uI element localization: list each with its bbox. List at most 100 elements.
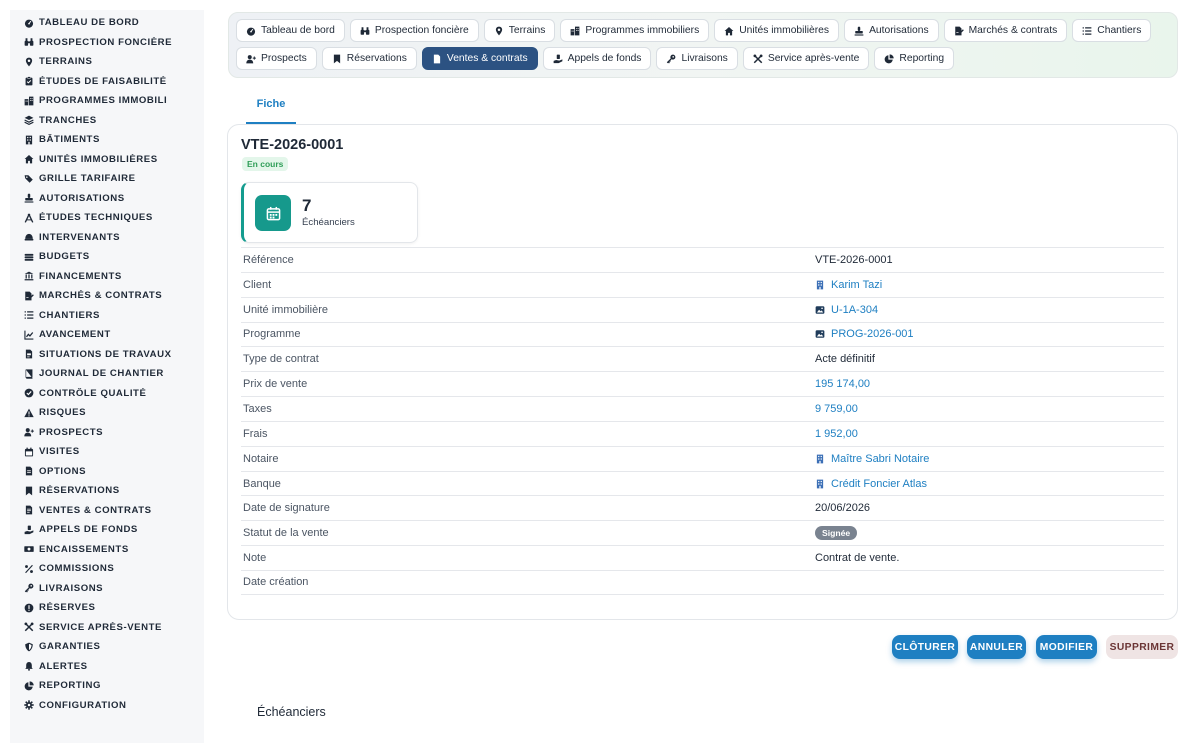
sidebar-item-label: INTERVENANTS (39, 231, 121, 243)
sidebar-item-label: RISQUES (39, 407, 87, 419)
nav-pill-label: Chantiers (1097, 25, 1142, 36)
sidebar-item-alertes[interactable]: ALERTES (10, 657, 204, 677)
nav-pill-autorisations[interactable]: Autorisations (844, 19, 939, 42)
exclamation-circle-icon (24, 603, 34, 613)
nav-pill-appels-de-fonds[interactable]: Appels de fonds (542, 47, 652, 70)
file-contract-icon (24, 505, 34, 515)
sidebar-item-reserves[interactable]: RÉSERVES (10, 598, 204, 618)
sidebar-item-configuration[interactable]: CONFIGURATION (10, 696, 204, 716)
field-value-link[interactable]: U-1A-304 (815, 304, 878, 316)
nav-pill-prospects[interactable]: Prospects (236, 47, 317, 70)
module-nav-row-2: Prospects Réservations Ventes & contrats Ap… (236, 47, 1177, 70)
layers-icon (24, 115, 34, 126)
field-value-link[interactable]: Crédit Foncier Atlas (815, 478, 927, 490)
nav-pill-service-apres-vente[interactable]: Service après-vente (742, 47, 870, 70)
sidebar-item-chantiers[interactable]: CHANTIERS (10, 306, 204, 326)
sidebar-item-risques[interactable]: RISQUES (10, 403, 204, 423)
nav-pill-marches-contrats[interactable]: Marchés & contrats (943, 19, 1068, 42)
sidebar-item-prospects[interactable]: PROSPECTS (10, 423, 204, 443)
field-value-link[interactable]: Karim Tazi (815, 279, 882, 291)
sidebar-item-appels-de-fonds[interactable]: APPELS DE FONDS (10, 520, 204, 540)
sidebar-item-avancement[interactable]: AVANCEMENT (10, 325, 204, 345)
nav-pill-livraisons[interactable]: Livraisons (656, 47, 738, 70)
hand-money-icon (24, 525, 34, 535)
sidebar-item-marches-contrats[interactable]: MARCHÉS & CONTRATS (10, 286, 204, 306)
field-value-link[interactable]: Maître Sabri Notaire (815, 453, 929, 465)
file-contract-icon (432, 54, 442, 64)
field-label: Référence (243, 253, 294, 266)
shield-icon (24, 642, 34, 652)
nav-pill-unites-immobilieres[interactable]: Unités immobilières (714, 19, 840, 42)
echeanciers-stat-card[interactable]: 7 Échéanciers (241, 182, 418, 243)
nav-pill-reporting[interactable]: Reporting (874, 47, 955, 70)
sidebar-item-label: CONTRÔLE QUALITÉ (39, 387, 147, 399)
supprimer-button[interactable]: SUPPRIMER (1106, 635, 1178, 659)
sidebar-item-unites-immobilieres[interactable]: UNITÉS IMMOBILIÈRES (10, 150, 204, 170)
sidebar: TABLEAU DE BORD PROSPECTION FONCIÈRE TERRA… (10, 10, 204, 743)
sidebar-item-service-apres-vente[interactable]: SERVICE APRÈS-VENTE (10, 618, 204, 638)
home-icon (724, 26, 734, 36)
sidebar-item-reservations[interactable]: RÉSERVATIONS (10, 481, 204, 501)
cloturer-button[interactable]: CLÔTURER (892, 635, 958, 659)
sidebar-item-etudes-de-faisabilite[interactable]: ÉTUDES DE FAISABILITÉ (10, 72, 204, 92)
detail-card: VTE-2026-0001 En cours 7 Échéanciers Réf… (227, 124, 1178, 620)
nav-pill-label: Livraisons (681, 53, 728, 64)
sidebar-item-controle-qualite[interactable]: CONTRÔLE QUALITÉ (10, 384, 204, 404)
modifier-button[interactable]: MODIFIER (1036, 635, 1097, 659)
bell-icon (24, 661, 34, 671)
sidebar-item-label: TERRAINS (39, 56, 93, 68)
nav-pill-terrains[interactable]: Terrains (483, 19, 556, 42)
sidebar-item-commissions[interactable]: COMMISSIONS (10, 559, 204, 579)
nav-pill-prospection-fonciere[interactable]: Prospection foncière (349, 19, 479, 42)
field-label: Notaire (243, 452, 279, 465)
sidebar-item-label: ÉTUDES DE FAISABILITÉ (39, 75, 167, 87)
sidebar-item-livraisons[interactable]: LIVRAISONS (10, 579, 204, 599)
sidebar-item-label: LIVRAISONS (39, 582, 104, 594)
key-icon (24, 583, 34, 593)
field-row-reference: Référence VTE-2026-0001 (241, 247, 1164, 272)
sidebar-item-visites[interactable]: VISITES (10, 442, 204, 462)
sidebar-item-options[interactable]: OPTIONS (10, 462, 204, 482)
field-label: Prix de vente (243, 378, 308, 391)
nav-pill-programmes-immobiliers[interactable]: Programmes immobiliers (560, 19, 710, 42)
field-value: Acte définitif (815, 353, 875, 366)
nav-pill-label: Prospects (261, 53, 307, 64)
sidebar-item-etudes-techniques[interactable]: ÉTUDES TECHNIQUES (10, 208, 204, 228)
sidebar-item-terrains[interactable]: TERRAINS (10, 52, 204, 72)
sidebar-item-label: UNITÉS IMMOBILIÈRES (39, 153, 158, 165)
field-value: Crédit Foncier Atlas (831, 477, 927, 490)
sidebar-item-batiments[interactable]: BÂTIMENTS (10, 130, 204, 150)
sidebar-item-reporting[interactable]: REPORTING (10, 676, 204, 696)
sidebar-item-intervenants[interactable]: INTERVENANTS (10, 228, 204, 248)
field-label: Statut de la vente (243, 527, 329, 540)
nav-pill-label: Autorisations (869, 25, 929, 36)
pie-chart-icon (24, 681, 34, 691)
sidebar-item-garanties[interactable]: GARANTIES (10, 637, 204, 657)
sidebar-item-ventes-contrats[interactable]: VENTES & CONTRATS (10, 501, 204, 521)
sidebar-item-budgets[interactable]: BUDGETS (10, 247, 204, 267)
home-icon (24, 154, 34, 164)
building-icon (815, 280, 825, 290)
nav-pill-chantiers[interactable]: Chantiers (1072, 19, 1152, 42)
sidebar-item-programmes-immobili[interactable]: PROGRAMMES IMMOBILI (10, 91, 204, 111)
sidebar-item-label: GARANTIES (39, 641, 101, 653)
nav-pill-ventes-contrats[interactable]: Ventes & contrats (421, 47, 538, 70)
nav-pill-reservations[interactable]: Réservations (321, 47, 417, 70)
sidebar-item-situations-de-travaux[interactable]: SITUATIONS DE TRAVAUX (10, 345, 204, 365)
sidebar-item-encaissements[interactable]: ENCAISSEMENTS (10, 540, 204, 560)
sidebar-item-prospection-fonciere[interactable]: PROSPECTION FONCIÈRE (10, 33, 204, 53)
sidebar-item-tranches[interactable]: TRANCHES (10, 111, 204, 131)
field-value: Maître Sabri Notaire (831, 452, 930, 465)
field-value-link[interactable]: PROG-2026-001 (815, 328, 914, 340)
bookmark-icon (332, 54, 342, 64)
annuler-button[interactable]: ANNULER (967, 635, 1026, 659)
sidebar-item-grille-tarifaire[interactable]: GRILLE TARIFAIRE (10, 169, 204, 189)
sidebar-item-tableau-de-bord[interactable]: TABLEAU DE BORD (10, 13, 204, 33)
sidebar-item-financements[interactable]: FINANCEMENTS (10, 267, 204, 287)
tab-fiche[interactable]: Fiche (246, 92, 296, 124)
sidebar-item-autorisations[interactable]: AUTORISATIONS (10, 189, 204, 209)
gear-icon (24, 700, 34, 710)
sidebar-item-journal-de-chantier[interactable]: JOURNAL DE CHANTIER (10, 364, 204, 384)
nav-pill-label: Prospection foncière (374, 25, 469, 36)
nav-pill-tableau-de-bord[interactable]: Tableau de bord (236, 19, 345, 42)
